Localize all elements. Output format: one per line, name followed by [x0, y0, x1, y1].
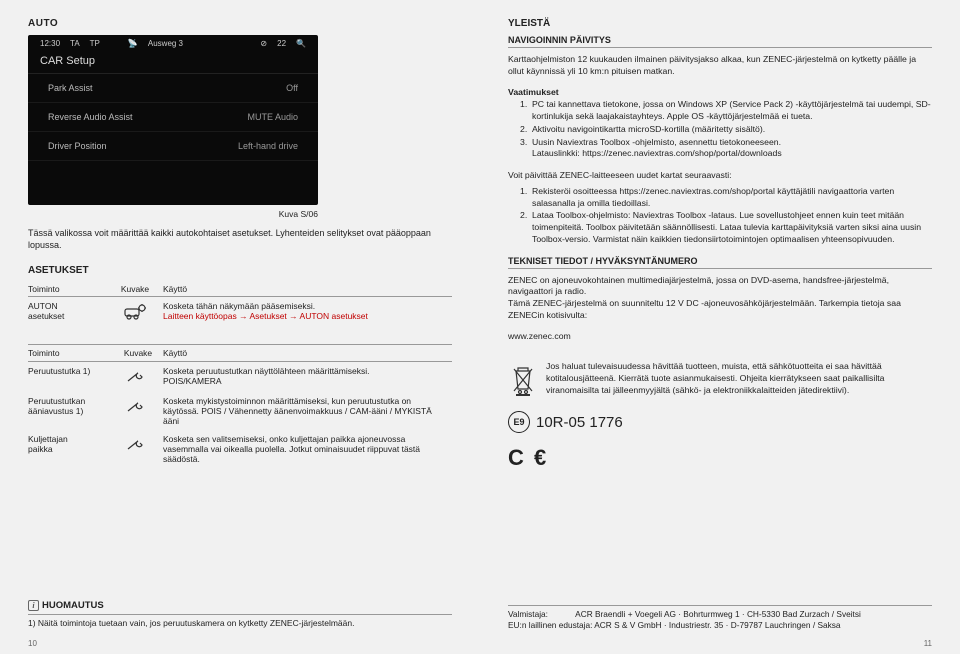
- scr-ta: TA: [70, 39, 80, 48]
- col-kaytto: Käyttö: [163, 280, 452, 297]
- list-item: Rekisteröi osoitteessa https://zenec.nav…: [532, 186, 932, 209]
- page-number-right: 11: [924, 639, 932, 648]
- weee-icon: [508, 361, 538, 397]
- intro-text: Tässä valikossa voit määrittää kaikki au…: [28, 227, 452, 251]
- row-desc: Kosketa mykistystoiminnon määrittämiseks…: [163, 392, 452, 430]
- subsection-nav-update: NAVIGOINNIN PÄIVITYS: [508, 35, 932, 48]
- scr-row-park-assist: Park Assist Off: [28, 74, 318, 103]
- zenec-url: www.zenec.com: [508, 331, 932, 343]
- row-desc: Kosketa sen valitsemiseksi, onko kuljett…: [163, 430, 452, 468]
- ce-mark-icon: C €: [508, 445, 932, 471]
- scr-tp: TP: [90, 39, 100, 48]
- row-label: Peruutustutkan ääniavustus 1): [28, 392, 113, 430]
- scr-row-value: Off: [286, 83, 298, 93]
- technical-para: ZENEC on ajoneuvokohtainen multimediajär…: [508, 275, 932, 322]
- table-row: AUTON asetukset Kosketa tähän näkymään p…: [28, 297, 452, 329]
- col-kuvake: Kuvake: [113, 280, 163, 297]
- row-desc-path: Laitteen käyttöopas → Asetukset → AUTON …: [163, 311, 446, 321]
- car-settings-icon: [121, 301, 149, 323]
- scr-row-value: MUTE Audio: [247, 112, 298, 122]
- figure-caption: Kuva S/06: [279, 209, 318, 219]
- scr-row-driver-position: Driver Position Left-hand drive: [28, 132, 318, 161]
- scr-sat-icon: 📡: [128, 39, 138, 48]
- table-row: Kuljettajan paikka Kosketa sen valitsemi…: [28, 430, 452, 468]
- subsection-technical: TEKNISET TIEDOT / HYVÄKSYNTÄNUMERO: [508, 256, 932, 269]
- scr-row-label: Reverse Audio Assist: [48, 112, 133, 122]
- row-label: AUTON asetukset: [28, 297, 113, 329]
- wrench-icon: [121, 366, 149, 388]
- col-kuvake: Kuvake: [113, 345, 163, 362]
- table-row: Peruutustutkan ääniavustus 1) Kosketa my…: [28, 392, 452, 430]
- scr-title: CAR Setup: [28, 52, 318, 74]
- wrench-icon: [121, 434, 149, 456]
- disposal-text: Jos haluat tulevaisuudessa hävittää tuot…: [546, 361, 932, 396]
- scr-sat: Ausweg 3: [148, 39, 183, 48]
- approval-number-value: 10R-05 1776: [536, 414, 623, 431]
- list-item: Uusin Naviextras Toolbox -ohjelmisto, as…: [532, 137, 782, 160]
- table-row: Peruutustutka 1) Kosketa peruutustutkan …: [28, 362, 452, 393]
- e9-mark-icon: E9: [508, 411, 530, 433]
- scr-row-reverse-audio: Reverse Audio Assist MUTE Audio: [28, 103, 318, 132]
- wrench-icon: [121, 396, 149, 418]
- row-label: Peruutustutka 1): [28, 362, 113, 393]
- requirements-list: 1.PC tai kannettava tietokone, jossa on …: [508, 99, 932, 160]
- list-item: Aktivoitu navigointikartta microSD-korti…: [532, 124, 765, 136]
- scr-bt-icon: 🔍: [296, 39, 306, 48]
- approval-number: E9 10R-05 1776: [508, 411, 932, 433]
- col-toiminto: Toiminto: [28, 345, 113, 362]
- scr-row-value: Left-hand drive: [238, 141, 298, 151]
- page-number-left: 10: [28, 639, 37, 648]
- section-title-left: AUTO: [28, 18, 452, 29]
- asetukset-heading: ASETUKSET: [28, 265, 452, 276]
- settings-table-1: Toiminto Kuvake Käyttö AUTON asetukset K…: [28, 280, 452, 328]
- info-icon: i: [28, 600, 39, 611]
- nav-update-para: Karttaohjelmiston 12 kuukauden ilmainen …: [508, 54, 932, 77]
- requirements-heading: Vaatimukset: [508, 87, 932, 97]
- scr-row-label: Driver Position: [48, 141, 107, 151]
- note-heading: HUOMAUTUS: [42, 600, 104, 611]
- manufacturer-line2: EU:n laillinen edustaja: ACR S & V GmbH …: [508, 620, 932, 632]
- scr-mute-icon: ⊘: [260, 39, 267, 48]
- row-desc: Kosketa tähän näkymään pääsemiseksi.: [163, 301, 446, 311]
- section-title-right: YLEISTÄ: [508, 18, 932, 29]
- scr-row-label: Park Assist: [48, 83, 93, 93]
- col-toiminto: Toiminto: [28, 280, 113, 297]
- car-setup-screenshot: 12:30 TA TP 📡 Ausweg 3 ⊘ 22 🔍 CAR Setup …: [28, 35, 318, 205]
- steps-list: 1.Rekisteröi osoitteessa https://zenec.n…: [508, 186, 932, 246]
- scr-time: 12:30: [40, 39, 60, 48]
- note-text: 1) Näitä toimintoja tuetaan vain, jos pe…: [28, 614, 452, 628]
- settings-table-2: Toiminto Kuvake Käyttö Peruutustutka 1) …: [28, 344, 452, 468]
- row-desc: Kosketa peruutustutkan näyttölähteen mää…: [163, 362, 452, 393]
- scr-vol: 22: [277, 39, 286, 48]
- col-kaytto: Käyttö: [163, 345, 452, 362]
- list-item: Lataa Toolbox-ohjelmisto: Naviextras Too…: [532, 210, 932, 245]
- row-label: Kuljettajan paikka: [28, 430, 113, 468]
- list-item: PC tai kannettava tietokone, jossa on Wi…: [532, 99, 932, 122]
- update-instructions-intro: Voit päivittää ZENEC-laitteeseen uudet k…: [508, 170, 932, 182]
- manufacturer-line1: Valmistaja: ACR Braendli + Voegeli AG · …: [508, 605, 932, 621]
